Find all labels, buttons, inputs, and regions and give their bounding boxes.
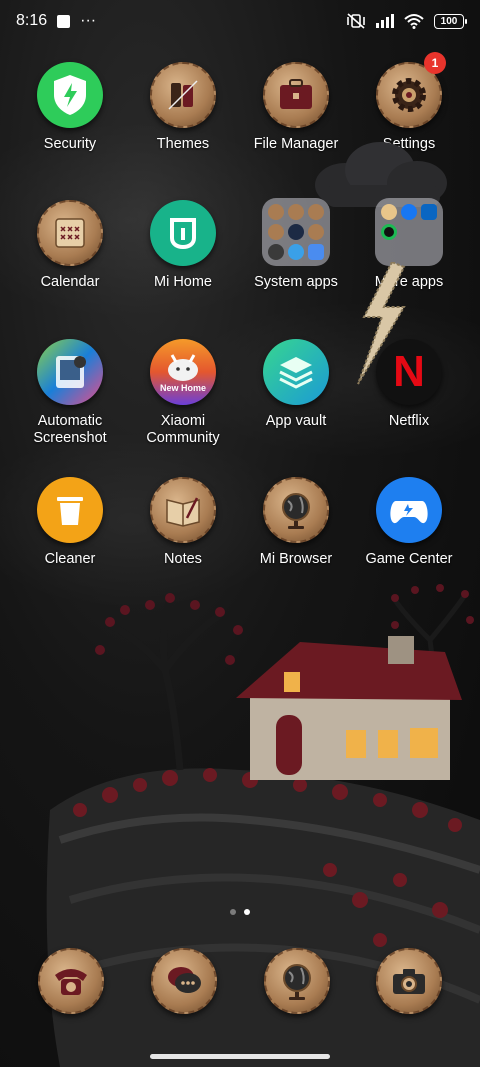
app-automatic-screenshot[interactable]: Automatic Screenshot — [15, 339, 125, 447]
more-notifications-icon: ··· — [80, 12, 97, 29]
app-label: Notes — [164, 551, 202, 567]
dock-browser-app[interactable] — [264, 948, 330, 1014]
mi-home-icon — [150, 200, 216, 266]
telephone-icon — [55, 969, 87, 995]
netflix-logo: N — [393, 347, 425, 396]
status-time: 8:16 — [16, 12, 48, 29]
trash-icon — [37, 477, 103, 543]
app-label: Security — [43, 136, 97, 152]
app-label: System apps — [254, 274, 338, 290]
app-mi-browser[interactable]: Mi Browser — [241, 477, 351, 568]
gear-icon: 1 — [376, 52, 446, 128]
wifi-icon — [404, 14, 424, 29]
app-label: Cleaner — [44, 551, 96, 567]
screenshot-icon — [37, 339, 103, 405]
app-label: Automatic Screenshot — [33, 413, 107, 446]
app-label: Mi Browser — [259, 551, 333, 567]
page-dot-active[interactable] — [244, 909, 250, 915]
thread-spool-icon — [150, 62, 216, 128]
battery-level: 100 — [440, 15, 458, 27]
new-home-badge: New Home — [159, 382, 206, 393]
signal-icon — [376, 14, 394, 28]
status-bar: 8:16 ··· 100 — [0, 0, 480, 42]
calendar-icon — [37, 200, 103, 266]
app-security[interactable]: Security — [15, 62, 125, 153]
app-calendar[interactable]: Calendar — [15, 200, 125, 291]
app-label: Xiaomi Community — [146, 413, 220, 446]
app-game-center[interactable]: Game Center — [354, 477, 464, 568]
battery-icon: 100 — [434, 13, 467, 29]
security-icon — [37, 62, 103, 128]
app-label: Calendar — [40, 274, 100, 290]
notification-badge: 1 — [424, 52, 446, 74]
app-label: App vault — [265, 413, 327, 429]
app-label: Game Center — [365, 551, 453, 567]
globe-icon — [263, 477, 329, 543]
folder-icon — [262, 198, 330, 266]
notebook-icon — [150, 477, 216, 543]
app-label: Themes — [156, 136, 210, 152]
page-dot[interactable] — [230, 909, 236, 915]
app-label: Mi Home — [153, 274, 212, 290]
netflix-icon: N — [376, 339, 442, 405]
globe-icon — [283, 964, 311, 1000]
xiaomi-community-icon: New Home — [150, 339, 216, 405]
app-netflix[interactable]: N Netflix — [354, 339, 464, 430]
app-mi-home[interactable]: Mi Home — [128, 200, 238, 291]
app-themes[interactable]: Themes — [128, 62, 238, 153]
dock-phone-app[interactable] — [38, 948, 104, 1014]
folder-icon — [375, 198, 443, 266]
mute-vibrate-icon — [347, 13, 365, 29]
app-notes[interactable]: Notes — [128, 477, 238, 568]
chat-bubble-icon — [168, 967, 201, 993]
dock-camera-app[interactable] — [376, 948, 442, 1014]
dock-messages-app[interactable] — [151, 948, 217, 1014]
app-xiaomi-community[interactable]: New Home Xiaomi Community — [128, 339, 238, 447]
gamepad-icon — [376, 477, 442, 543]
briefcase-icon — [263, 62, 329, 128]
app-app-vault[interactable]: App vault — [241, 339, 351, 430]
home-indicator[interactable] — [150, 1054, 330, 1059]
camera-icon — [393, 969, 425, 994]
folder-system-apps[interactable]: System apps — [241, 198, 351, 291]
notification-icon — [57, 14, 71, 28]
layers-icon — [263, 339, 329, 405]
app-cleaner[interactable]: Cleaner — [15, 477, 125, 568]
app-label: Netflix — [388, 413, 430, 429]
page-indicator[interactable] — [0, 909, 480, 915]
